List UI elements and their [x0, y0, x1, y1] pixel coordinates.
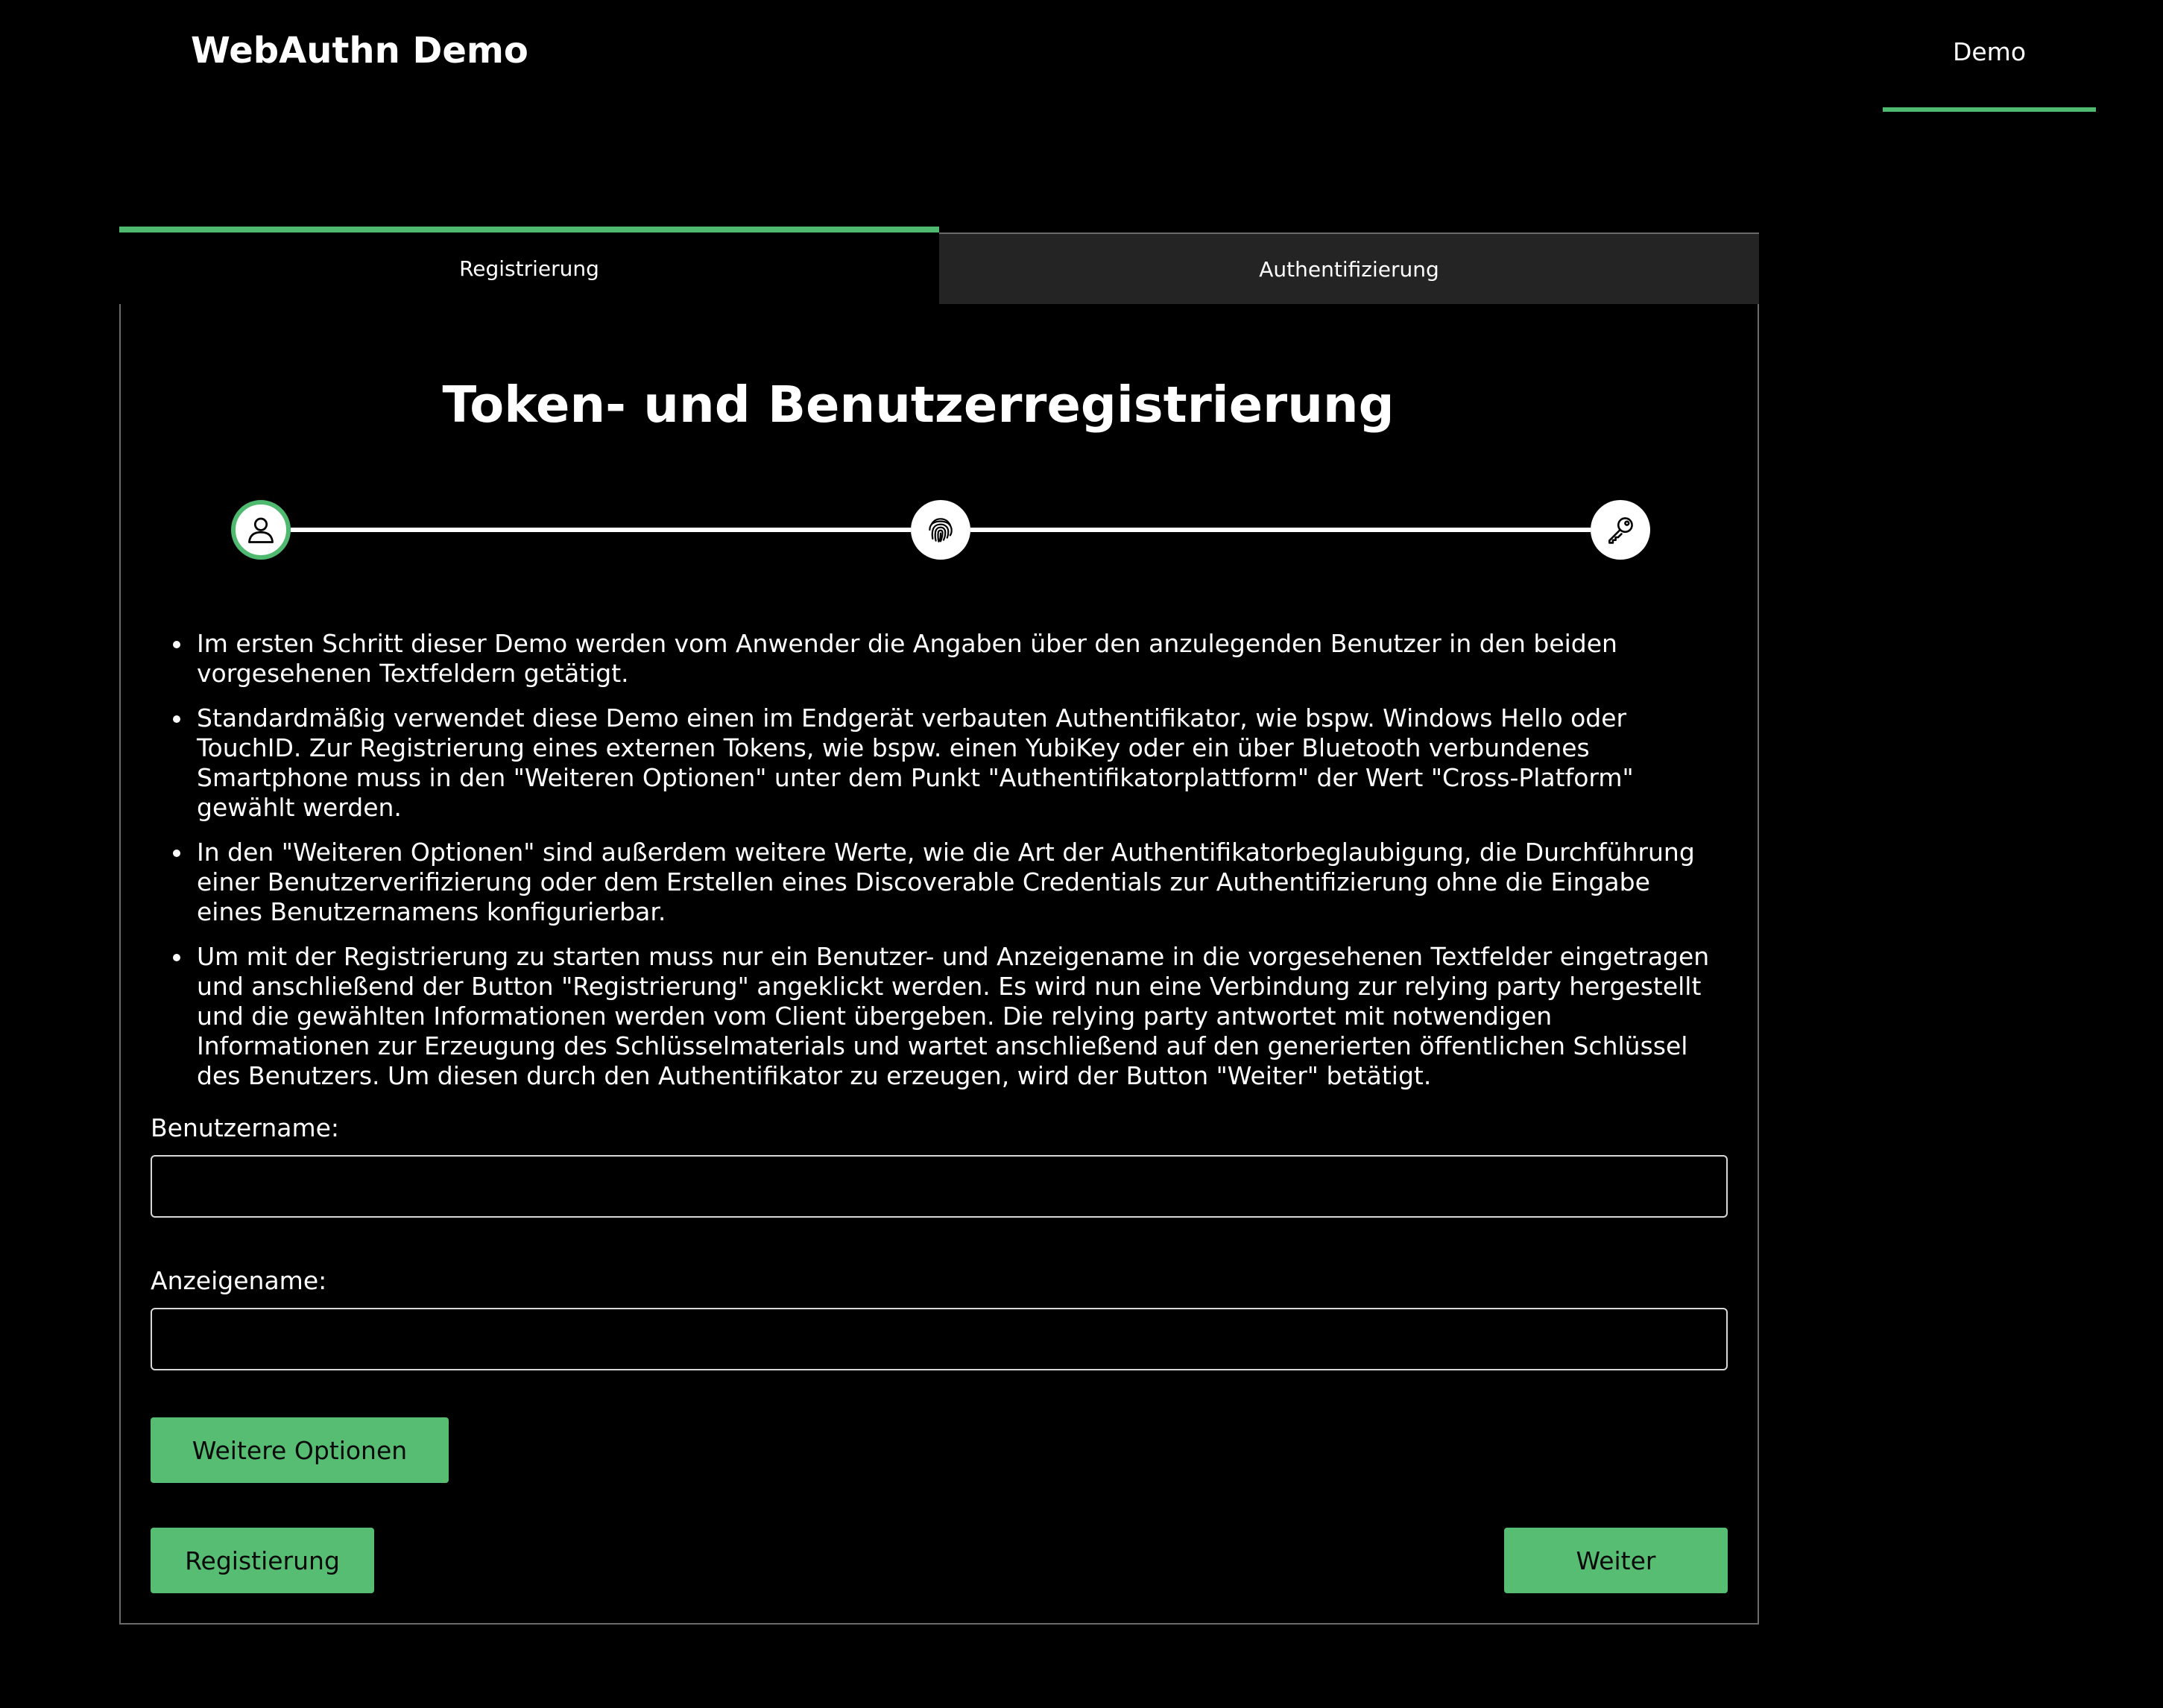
- stepper-line: [970, 528, 1591, 532]
- displayname-input[interactable]: [151, 1308, 1728, 1370]
- fingerprint-icon: [929, 518, 953, 543]
- username-label: Benutzername:: [151, 1113, 340, 1142]
- stepper-line: [291, 528, 911, 532]
- brand-title: WebAuthn Demo: [191, 30, 528, 72]
- user-icon: [248, 517, 274, 543]
- info-item: Standardmäßig verwendet diese Demo einen…: [173, 703, 1723, 823]
- step-key: [1591, 500, 1650, 560]
- info-list: Im ersten Schritt dieser Demo werden vom…: [173, 629, 1723, 1106]
- displayname-label: Anzeigename:: [151, 1266, 327, 1295]
- step-user: [231, 500, 291, 560]
- username-input[interactable]: [151, 1155, 1728, 1218]
- key-icon: [1608, 517, 1633, 544]
- tab-bar: Registrierung Authentifizierung: [119, 227, 1759, 304]
- progress-stepper: [231, 500, 1656, 563]
- registration-card: Registrierung Authentifizierung Token- u…: [119, 227, 1759, 1625]
- nav-link-demo[interactable]: Demo: [1883, 0, 2096, 112]
- page-title: Token- und Benutzerregistrierung: [442, 376, 1395, 434]
- tab-authentifizierung[interactable]: Authentifizierung: [939, 234, 1759, 304]
- more-options-button[interactable]: Weitere Optionen: [151, 1417, 449, 1483]
- register-button[interactable]: Registierung: [151, 1528, 374, 1593]
- info-item: In den "Weiteren Optionen" sind außerdem…: [173, 838, 1723, 927]
- info-item: Um mit der Registrierung zu starten muss…: [173, 942, 1723, 1091]
- info-item: Im ersten Schritt dieser Demo werden vom…: [173, 629, 1723, 689]
- step-fingerprint: [911, 500, 970, 560]
- tab-registrierung[interactable]: Registrierung: [119, 227, 939, 304]
- next-button[interactable]: Weiter: [1504, 1528, 1728, 1593]
